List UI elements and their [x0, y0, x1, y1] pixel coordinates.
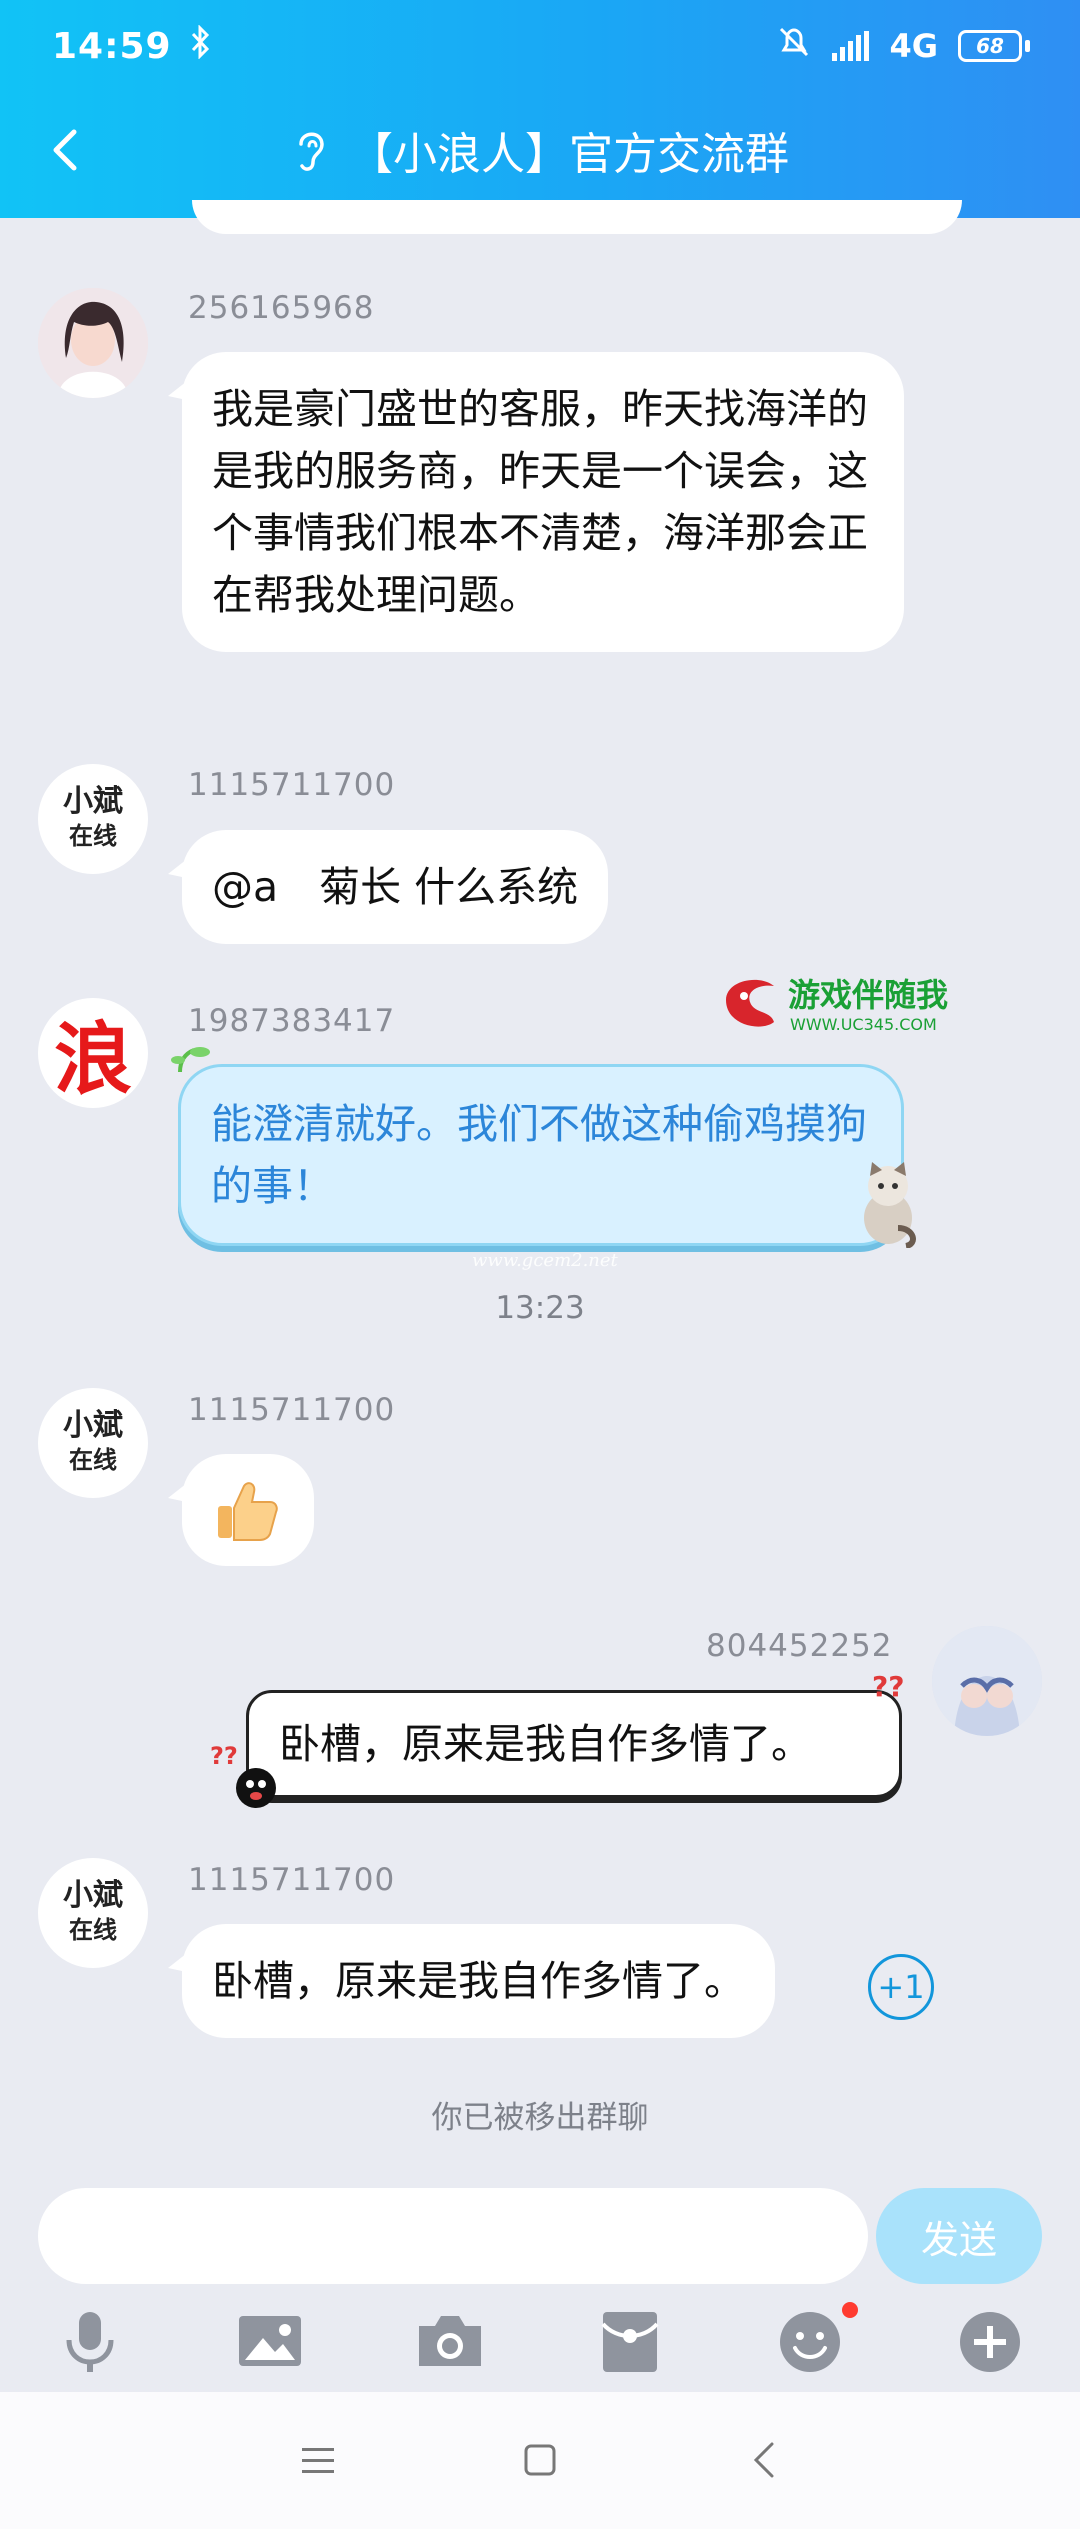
message-bubble-themed[interactable]: 卧槽，原来是我自作多情了。 [246, 1690, 902, 1798]
input-toolbar [0, 2296, 1080, 2386]
battery-icon: 68 [958, 30, 1030, 62]
message-bubble[interactable]: 我是豪门盛世的客服，昨天找海洋的是我的服务商，昨天是一个误会，这个事情我们根本不… [182, 352, 904, 652]
svg-text:游戏伴随我: 游戏伴随我 [788, 976, 948, 1014]
sender-name: 1987383417 [188, 1003, 396, 1039]
battery-level: 68 [958, 30, 1022, 62]
avatar[interactable]: 小斌 在线 [38, 1858, 148, 1968]
image-icon[interactable] [235, 2306, 305, 2376]
message-input[interactable] [38, 2188, 868, 2284]
plus-one-button[interactable]: +1 [868, 1954, 934, 2020]
watermark-site: www.gcem2.net [472, 1250, 618, 1271]
notification-dot [842, 2302, 858, 2318]
back-icon[interactable] [40, 122, 96, 178]
emoji-icon[interactable] [775, 2306, 845, 2376]
sender-name: 804452252 [706, 1628, 893, 1664]
avatar[interactable]: 小斌 在线 [38, 764, 148, 874]
status-bar: 14:59 4G 68 [52, 18, 1030, 74]
sender-name: 1115711700 [188, 1862, 396, 1898]
sender-name: 1115711700 [188, 1392, 396, 1428]
status-right: 4G 68 [776, 24, 1030, 68]
message-bubble[interactable]: 卧槽，原来是我自作多情了。 [182, 1924, 775, 2038]
system-notice: 你已被移出群聊 [431, 2100, 649, 2136]
watermark-logo: 游戏伴随我 WWW.UC345.COM [720, 970, 960, 1038]
avatar[interactable]: 浪 [38, 998, 148, 1108]
ear-icon[interactable] [291, 124, 331, 176]
message-bubble-themed[interactable]: 能澄清就好。我们不做这种偷鸡摸狗的事！ [178, 1064, 904, 1246]
sender-name: 1115711700 [188, 767, 396, 803]
red-packet-icon[interactable] [595, 2306, 665, 2376]
avatar[interactable] [932, 1626, 1042, 1736]
svg-text:??: ?? [210, 1742, 238, 1770]
thumbs-up-icon [218, 1482, 278, 1541]
question-marks-icon: ?? [872, 1670, 904, 1702]
message-bubble[interactable]: @a 菊长 什么系统 [182, 830, 609, 944]
emoji-sticker-icon: ?? [210, 1742, 276, 1808]
sender-name: 256165968 [188, 290, 375, 326]
timestamp: 13:23 [495, 1290, 585, 1326]
plus-icon[interactable] [955, 2306, 1025, 2376]
sprout-icon [171, 1047, 210, 1073]
message-bubble[interactable]: 👍 [182, 1454, 314, 1566]
signal-icon [832, 31, 870, 61]
cat-sticker-icon [864, 1162, 916, 1248]
title-bar: 【小浪人】官方交流群 [0, 110, 1080, 190]
send-button[interactable]: 发送 [876, 2188, 1042, 2284]
camera-icon[interactable] [415, 2306, 485, 2376]
nav-back-icon[interactable] [738, 2432, 794, 2488]
system-nav-bar [0, 2392, 1080, 2529]
svg-text:WWW.UC345.COM: WWW.UC345.COM [790, 1015, 937, 1034]
home-icon[interactable] [512, 2432, 568, 2488]
avatar[interactable]: 小斌 在线 [38, 1388, 148, 1498]
menu-icon[interactable] [290, 2432, 346, 2488]
chat-header: 14:59 4G 68 【小浪人】官方交流群 [0, 0, 1080, 218]
network-type: 4G [889, 27, 938, 65]
bluetooth-icon [190, 24, 212, 67]
microphone-icon[interactable] [55, 2306, 125, 2376]
group-title: 【小浪人】官方交流群 [349, 129, 789, 180]
mute-icon [776, 24, 812, 68]
avatar[interactable] [38, 288, 148, 398]
status-time: 14:59 [52, 25, 172, 67]
svg-text:??: ?? [872, 1670, 904, 1702]
previous-message-bubble[interactable] [192, 200, 962, 234]
message-text: 👍 [182, 1454, 183, 1516]
